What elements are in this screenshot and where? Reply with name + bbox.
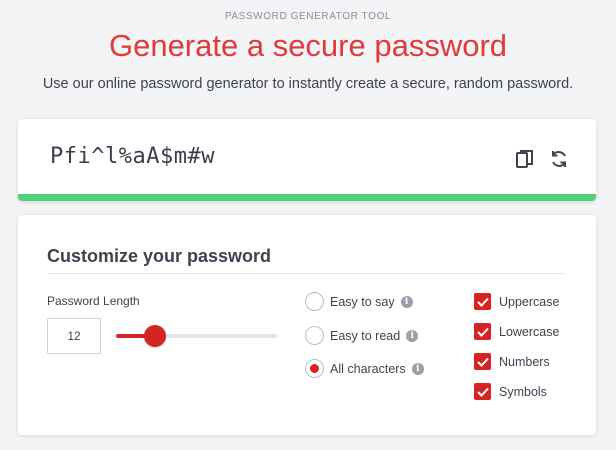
radio-label: Easy to say: [330, 294, 395, 309]
slider-thumb[interactable]: [144, 325, 166, 347]
checkbox-symbols-row[interactable]: Symbols: [474, 383, 547, 400]
generated-password[interactable]: Pfi^l%aA$m#w: [50, 144, 215, 169]
radio-all-characters[interactable]: [305, 359, 324, 378]
page-subtitle: Use our online password generator to ins…: [42, 76, 574, 92]
customize-title: Customize your password: [47, 246, 272, 266]
eyebrow-label: PASSWORD GENERATOR TOOL: [224, 11, 392, 22]
checkbox-numbers[interactable]: [474, 353, 491, 370]
radio-label: All characters: [330, 361, 406, 376]
password-card: Pfi^l%aA$m#w: [18, 119, 596, 201]
copy-icon[interactable]: [514, 148, 536, 170]
checkbox-uppercase[interactable]: [474, 293, 491, 310]
info-icon[interactable]: i: [411, 362, 424, 375]
option-all-characters[interactable]: All characters i: [305, 359, 424, 378]
refresh-icon[interactable]: [548, 148, 570, 170]
password-length-label: Password Length: [47, 294, 140, 308]
checkbox-numbers-row[interactable]: Numbers: [474, 353, 550, 370]
password-length-input[interactable]: 12: [47, 318, 101, 354]
radio-easy-to-say[interactable]: [305, 292, 324, 311]
strength-bar: [18, 194, 596, 201]
checkbox-label: Symbols: [499, 384, 547, 399]
info-icon[interactable]: i: [406, 329, 419, 342]
checkbox-symbols[interactable]: [474, 383, 491, 400]
page-title: Generate a secure password: [108, 28, 508, 63]
checkbox-label: Numbers: [499, 354, 550, 369]
option-easy-to-read[interactable]: Easy to read i: [305, 326, 419, 345]
password-length-slider[interactable]: [116, 325, 277, 347]
password-actions: [514, 148, 570, 170]
radio-easy-to-read[interactable]: [305, 326, 324, 345]
checkbox-label: Lowercase: [499, 324, 560, 339]
customize-card: Customize your password Password Length …: [18, 215, 596, 435]
divider: [47, 273, 566, 274]
checkbox-lowercase-row[interactable]: Lowercase: [474, 323, 559, 340]
checkbox-label: Uppercase: [499, 294, 560, 309]
info-icon[interactable]: i: [400, 295, 413, 308]
checkbox-uppercase-row[interactable]: Uppercase: [474, 293, 559, 310]
radio-label: Easy to read: [330, 328, 401, 343]
checkbox-lowercase[interactable]: [474, 323, 491, 340]
option-easy-to-say[interactable]: Easy to say i: [305, 292, 413, 311]
